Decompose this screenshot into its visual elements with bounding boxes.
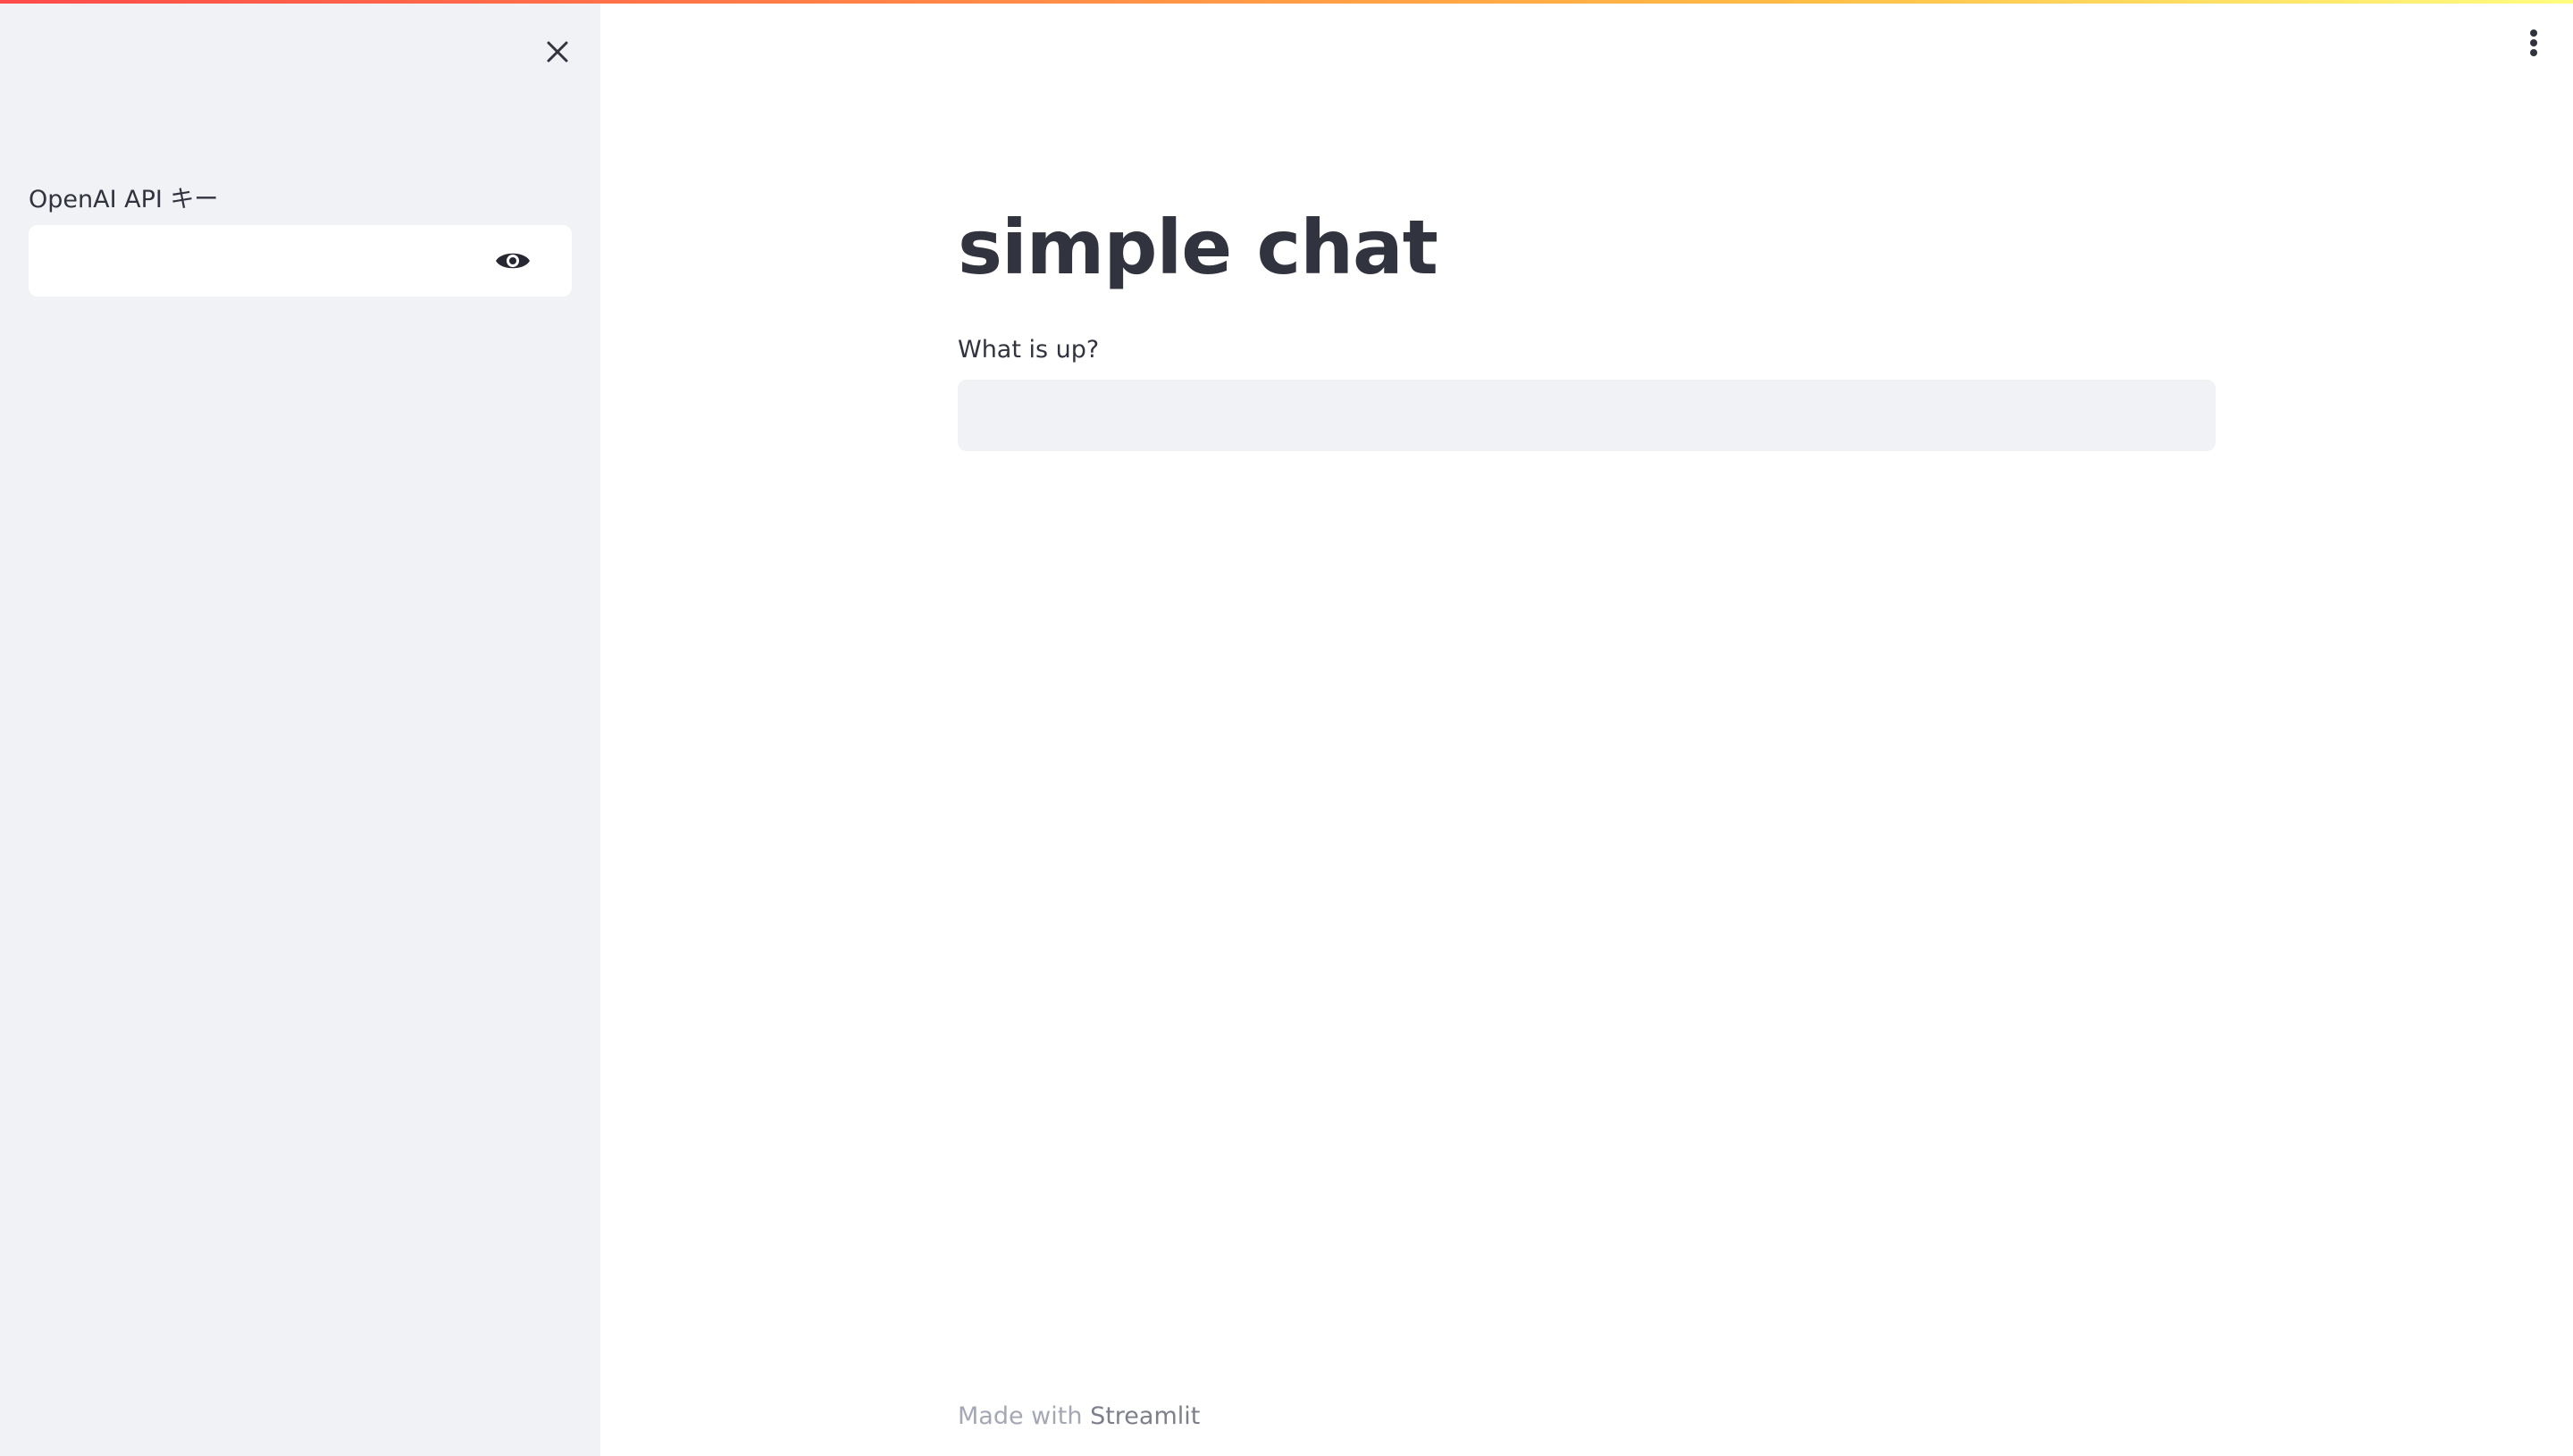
top-decoration-bar xyxy=(0,0,2573,4)
page-title: simple chat xyxy=(958,204,1438,291)
sidebar: OpenAI API キー xyxy=(0,0,600,1456)
close-icon xyxy=(547,41,568,63)
api-key-field xyxy=(29,225,572,297)
streamlit-link[interactable]: Streamlit xyxy=(1090,1402,1200,1430)
footer-made-with: Made with xyxy=(958,1402,1083,1430)
chat-input[interactable] xyxy=(958,380,2216,451)
eye-icon xyxy=(496,253,530,269)
footer: Made with Streamlit xyxy=(958,1402,1200,1430)
chat-input-label: What is up? xyxy=(958,336,1100,364)
main-menu-button[interactable] xyxy=(2518,21,2550,64)
api-key-input[interactable] xyxy=(29,225,475,297)
api-key-label: OpenAI API キー xyxy=(29,186,219,213)
vertical-dots-icon xyxy=(2530,29,2537,56)
show-password-button[interactable] xyxy=(490,238,536,284)
main-content: simple chat What is up? Made with Stream… xyxy=(958,0,2216,1456)
close-sidebar-button[interactable] xyxy=(534,29,581,75)
